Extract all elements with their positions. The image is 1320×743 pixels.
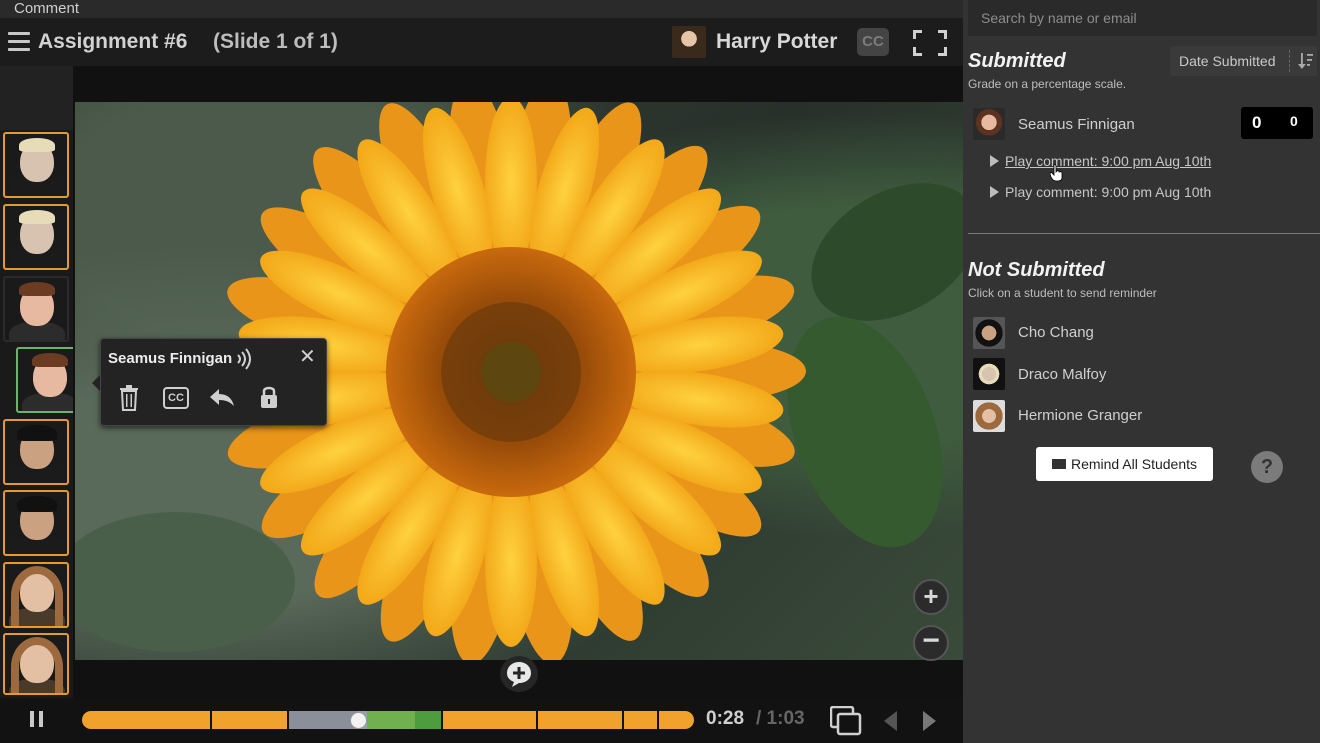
rail-spacer xyxy=(0,66,73,130)
grade-value-left: 0 xyxy=(1252,113,1262,132)
comment-label: Comment xyxy=(14,0,80,17)
student-thumbnail[interactable] xyxy=(3,490,69,556)
not-submitted-student[interactable]: Cho Chang xyxy=(1018,324,1094,341)
timeline-segment-green-dark xyxy=(415,711,442,729)
hamburger-menu-icon[interactable] xyxy=(8,32,30,52)
student-thumbnail[interactable] xyxy=(3,276,69,342)
sort-icon[interactable] xyxy=(1298,51,1314,71)
student-avatar xyxy=(973,400,1005,432)
not-submitted-student[interactable]: Draco Malfoy xyxy=(1018,366,1106,383)
closed-captions-button[interactable]: CC xyxy=(857,28,889,56)
envelope-icon xyxy=(1051,459,1066,469)
student-avatar xyxy=(973,108,1005,140)
zoom-out-button[interactable]: − xyxy=(913,625,949,661)
slide-info: (Slide 1 of 1) xyxy=(213,30,338,53)
student-thumbnail[interactable] xyxy=(3,562,69,628)
comment-strip: Comment xyxy=(0,0,963,18)
student-thumbnail[interactable] xyxy=(3,633,69,695)
assignment-title: Assignment #6 xyxy=(38,30,188,53)
total-time: / 1:03 xyxy=(756,708,805,729)
popup-student-name: Seamus Finnigan xyxy=(108,350,233,367)
trash-icon[interactable] xyxy=(119,385,139,411)
submitted-subtitle: Grade on a percentage scale. xyxy=(968,77,1127,91)
reply-icon[interactable] xyxy=(209,387,235,407)
close-icon[interactable]: ✕ xyxy=(299,347,316,367)
search-input[interactable] xyxy=(968,0,1317,36)
sort-dropdown[interactable]: Date Submitted xyxy=(1170,46,1317,76)
submitted-student-name[interactable]: Seamus Finnigan xyxy=(1018,116,1135,133)
sort-label: Date Submitted xyxy=(1179,53,1276,69)
submitted-heading: Submitted xyxy=(968,50,1066,72)
previous-slide-icon[interactable] xyxy=(882,710,898,732)
play-comment-link[interactable]: Play comment: 9:00 pm Aug 10th xyxy=(990,153,1211,169)
lock-icon[interactable] xyxy=(260,385,278,409)
duplicate-slides-icon[interactable] xyxy=(830,706,862,736)
student-thumbnail[interactable] xyxy=(3,132,69,198)
user-name: Harry Potter xyxy=(716,30,838,53)
add-comment-icon xyxy=(507,662,531,687)
pause-icon[interactable] xyxy=(30,711,44,727)
audio-icon[interactable] xyxy=(235,347,253,371)
help-icon[interactable]: ? xyxy=(1251,451,1283,483)
student-thumbnail[interactable] xyxy=(3,419,69,485)
header-bar: Assignment #6 (Slide 1 of 1) Harry Potte… xyxy=(0,18,963,66)
student-comment-popup: Seamus Finnigan ✕ CC xyxy=(92,338,327,426)
timeline-track[interactable] xyxy=(82,711,694,729)
not-submitted-heading: Not Submitted xyxy=(968,259,1105,281)
play-icon xyxy=(990,155,999,167)
play-comment-link[interactable]: Play comment: 9:00 pm Aug 10th xyxy=(990,184,1211,200)
student-thumbnail[interactable] xyxy=(3,204,69,270)
play-icon xyxy=(990,186,999,198)
not-submitted-student[interactable]: Hermione Granger xyxy=(1018,407,1142,424)
section-divider xyxy=(968,233,1320,234)
student-avatar xyxy=(973,317,1005,349)
add-comment-button[interactable] xyxy=(500,656,538,692)
next-slide-icon[interactable] xyxy=(922,710,938,732)
user-avatar xyxy=(672,26,706,58)
popup-cc-button[interactable]: CC xyxy=(163,387,189,409)
fullscreen-icon[interactable] xyxy=(913,30,947,56)
sunflower-petal xyxy=(485,477,537,647)
submissions-panel: Submitted Grade on a percentage scale. D… xyxy=(963,0,1320,743)
zoom-in-button[interactable]: + xyxy=(913,579,949,615)
grade-value-right: 0 xyxy=(1290,113,1298,129)
app-window: Comment Assignment #6 (Slide 1 of 1) Har… xyxy=(0,0,1320,743)
not-submitted-subtitle: Click on a student to send reminder xyxy=(968,286,1157,300)
playback-bar: 0:28 / 1:03 xyxy=(0,698,963,743)
grade-display[interactable]: 0 0 xyxy=(1241,107,1313,139)
remind-all-students-button[interactable]: Remind All Students xyxy=(1036,447,1213,481)
timeline-scrubber-handle[interactable] xyxy=(350,712,367,729)
current-time: 0:28 xyxy=(706,708,745,729)
student-avatar xyxy=(973,358,1005,390)
sunflower-petal xyxy=(485,102,537,267)
hand-cursor-icon xyxy=(1050,164,1063,182)
